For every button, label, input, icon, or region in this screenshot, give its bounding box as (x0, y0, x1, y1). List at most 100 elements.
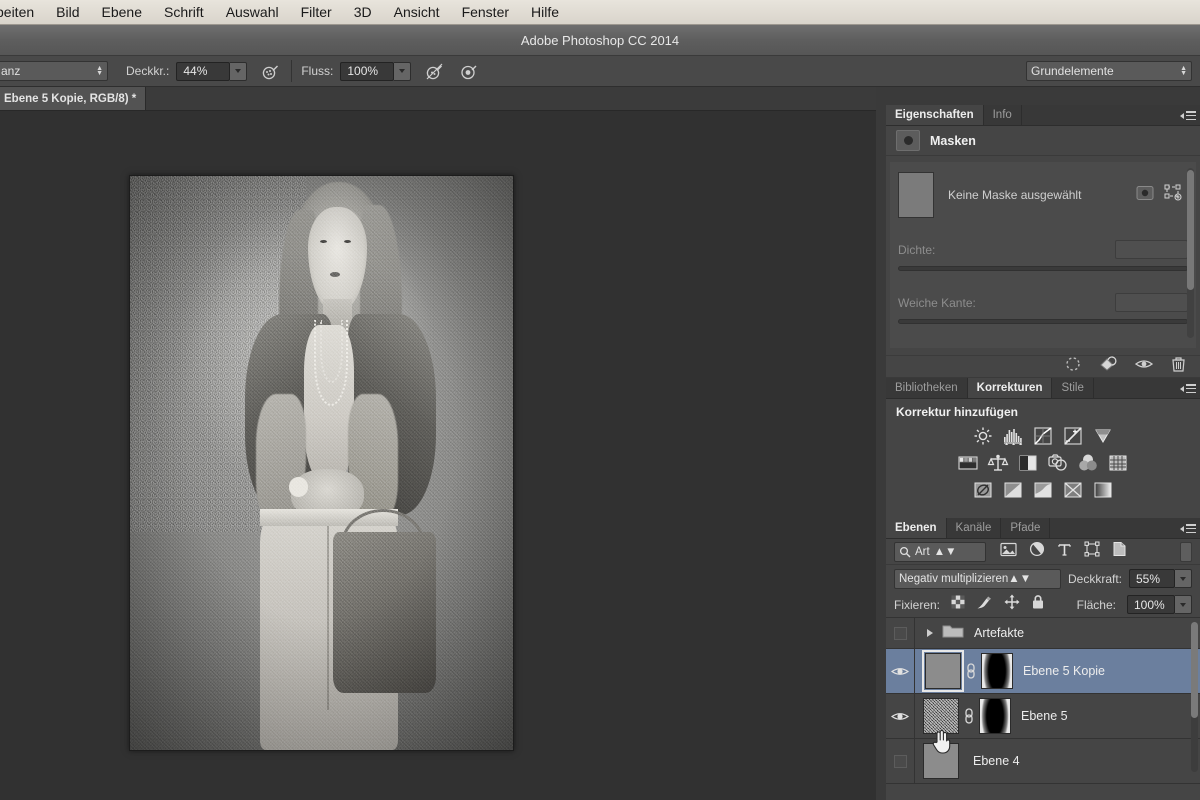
black-white-icon[interactable] (1016, 452, 1040, 474)
layer-opacity-dropdown-button[interactable] (1175, 569, 1192, 588)
density-input[interactable] (1115, 240, 1188, 259)
mask-preview-thumbnail[interactable] (898, 172, 934, 218)
layers-panel-menu-button[interactable] (1180, 522, 1196, 535)
vibrance-icon[interactable] (1091, 425, 1115, 447)
layer-thumbnail[interactable] (923, 698, 959, 734)
toggle-mask-icon[interactable] (1134, 357, 1154, 376)
menu-bearbeiten[interactable]: beiten (0, 0, 45, 24)
brush-blend-mode-select[interactable]: anz ▲ ▼ (0, 61, 108, 81)
curves-icon[interactable] (1031, 425, 1055, 447)
apply-mask-icon[interactable] (1099, 356, 1117, 377)
color-balance-icon[interactable] (986, 452, 1010, 474)
menu-fenster[interactable]: Fenster (451, 0, 520, 24)
layer-blend-mode-select[interactable]: Negativ multiplizieren ▲▼ (894, 568, 1061, 589)
lock-position-icon[interactable] (1004, 594, 1020, 615)
tab-pfade[interactable]: Pfade (1001, 518, 1051, 538)
tab-info[interactable]: Info (983, 105, 1022, 125)
table-row[interactable]: Ebene 5 (886, 694, 1200, 739)
layer-thumbnail[interactable] (922, 650, 964, 692)
channel-mixer-icon[interactable] (1076, 452, 1100, 474)
airbrush-icon[interactable] (258, 60, 282, 82)
exposure-icon[interactable] (1061, 425, 1085, 447)
tab-ebenen[interactable]: Ebenen (886, 518, 947, 538)
posterize-icon[interactable] (1001, 479, 1025, 501)
search-icon (899, 546, 911, 557)
filter-smartobject-icon[interactable] (1112, 541, 1127, 562)
canvas-area[interactable] (0, 111, 876, 800)
layers-scrollbar[interactable] (1191, 622, 1198, 772)
lock-all-icon[interactable] (1031, 594, 1045, 615)
table-row[interactable]: Ebene 5 Kopie (886, 649, 1200, 694)
opacity-label: Deckkr.: (126, 64, 170, 78)
document-tab[interactable]: Ebene 5 Kopie, RGB/8) * (0, 87, 147, 110)
layer-filter-type-select[interactable]: Art ▲▼ (894, 541, 986, 562)
delete-mask-icon[interactable] (1171, 356, 1186, 377)
layer-visibility-toggle[interactable] (886, 618, 915, 648)
panel-menu-triangle-icon (1180, 525, 1184, 532)
invert-icon[interactable] (971, 479, 995, 501)
layer-name: Ebene 5 Kopie (1023, 664, 1106, 678)
layer-mask-thumbnail[interactable] (981, 653, 1013, 689)
menu-auswahl[interactable]: Auswahl (215, 0, 290, 24)
filter-shape-icon[interactable] (1084, 541, 1100, 562)
opacity-dropdown-button[interactable] (230, 61, 248, 81)
adjustment-icon-grid (886, 421, 1200, 501)
menu-hilfe[interactable]: Hilfe (520, 0, 570, 24)
tab-stile[interactable]: Stile (1052, 378, 1094, 398)
selective-color-icon[interactable] (1061, 479, 1085, 501)
gradient-map-icon[interactable] (1091, 479, 1115, 501)
feather-input[interactable] (1115, 293, 1188, 312)
threshold-icon[interactable] (1031, 479, 1055, 501)
flow-input[interactable]: 100% (340, 61, 395, 81)
adjustments-panel-menu-button[interactable] (1180, 382, 1196, 395)
tab-kanaele[interactable]: Kanäle (946, 518, 1002, 538)
levels-icon[interactable] (1001, 425, 1025, 447)
layer-visibility-toggle[interactable] (886, 739, 915, 783)
tab-bibliotheken[interactable]: Bibliotheken (886, 378, 968, 398)
feather-slider[interactable] (898, 319, 1188, 324)
table-row[interactable]: Ebene 4 (886, 739, 1200, 784)
tab-korrekturen[interactable]: Korrekturen (967, 378, 1053, 398)
layer-visibility-toggle[interactable] (886, 694, 915, 738)
filter-adjustment-icon[interactable] (1029, 541, 1045, 562)
properties-scrollbar[interactable] (1187, 168, 1194, 338)
hue-saturation-icon[interactable] (956, 452, 980, 474)
photo-filter-icon[interactable] (1046, 452, 1070, 474)
fill-input[interactable]: 100% (1127, 595, 1175, 614)
pressure-opacity-icon[interactable] (422, 60, 446, 82)
workspace-select[interactable]: Grundelemente ▲ ▼ (1026, 61, 1192, 81)
properties-panel-menu-button[interactable] (1180, 109, 1196, 122)
chevron-right-icon[interactable] (927, 629, 933, 637)
pixel-mask-icon[interactable] (1136, 185, 1154, 206)
document-tab-bar: Ebene 5 Kopie, RGB/8) * (0, 87, 876, 111)
layer-visibility-toggle[interactable] (886, 649, 915, 693)
pressure-size-icon[interactable] (456, 60, 480, 82)
layer-mask-thumbnail[interactable] (979, 698, 1011, 734)
opacity-input[interactable]: 44% (176, 61, 231, 81)
layer-filter-toggle[interactable] (1180, 541, 1192, 562)
filter-type-icon[interactable] (1057, 542, 1072, 562)
fill-dropdown-button[interactable] (1175, 595, 1192, 614)
menu-filter[interactable]: Filter (290, 0, 343, 24)
menu-bild[interactable]: Bild (45, 0, 90, 24)
adjustments-panel-tabs: Bibliotheken Korrekturen Stile (886, 378, 1200, 399)
layer-opacity-input[interactable]: 55% (1129, 569, 1175, 588)
document-canvas[interactable] (129, 175, 514, 751)
link-icon[interactable] (962, 707, 976, 725)
brightness-contrast-icon[interactable] (971, 425, 995, 447)
lock-transparency-icon[interactable] (951, 595, 965, 614)
layer-thumbnail[interactable] (923, 743, 959, 779)
vector-mask-icon[interactable] (1164, 184, 1182, 206)
menu-schrift[interactable]: Schrift (153, 0, 215, 24)
filter-pixel-icon[interactable] (1000, 542, 1017, 562)
flow-dropdown-button[interactable] (394, 61, 412, 81)
tab-eigenschaften[interactable]: Eigenschaften (886, 105, 984, 125)
menu-ebene[interactable]: Ebene (91, 0, 153, 24)
table-row[interactable]: Artefakte (886, 618, 1200, 649)
color-lookup-icon[interactable] (1106, 452, 1130, 474)
selection-from-mask-icon[interactable] (1065, 356, 1081, 377)
link-icon[interactable] (964, 662, 978, 680)
lock-image-icon[interactable] (976, 595, 993, 615)
menu-ansicht[interactable]: Ansicht (383, 0, 451, 24)
menu-3d[interactable]: 3D (343, 0, 383, 24)
